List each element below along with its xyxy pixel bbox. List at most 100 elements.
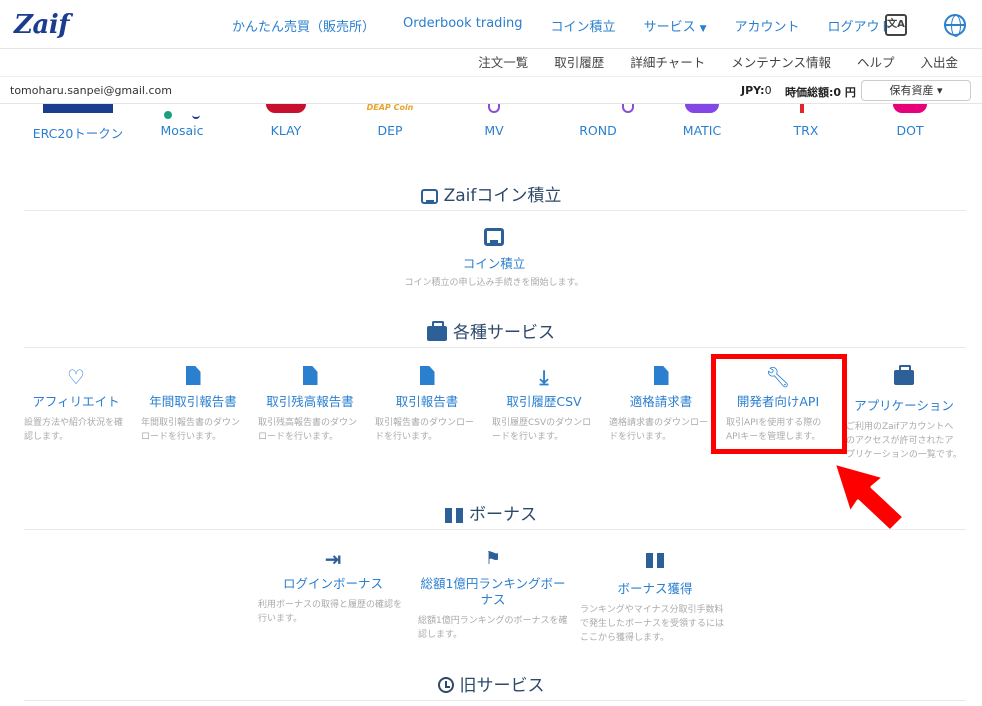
section-title-services: 各種サービス (0, 318, 982, 346)
matic-logo (685, 104, 719, 113)
coin-label: Mosaic (160, 123, 204, 138)
subnav-detail-chart[interactable]: 詳細チャート (630, 52, 705, 71)
user-email: tomoharu.sanpei@gmail.com (10, 84, 172, 97)
section-title-bonus: ボーナス (0, 500, 982, 528)
service-invoice: 適格請求書 適格請求書のダウンロードを行います。 (609, 366, 713, 444)
nav-services-label: サービス (643, 20, 696, 35)
coin-label: DEP (377, 123, 403, 138)
coin-dot[interactable]: DOT (860, 104, 960, 138)
nav-logout[interactable]: ログアウト (828, 16, 893, 35)
briefcase-icon (846, 365, 962, 392)
coin-trx[interactable]: TRX (756, 104, 856, 138)
coin-label: ERC20トークン (32, 126, 124, 141)
nav-account[interactable]: アカウント (735, 16, 800, 35)
subnav-trade-history[interactable]: 取引履歴 (554, 52, 604, 71)
section-divider (24, 210, 966, 211)
service-desc: 取引履歴CSVのダウンロードを行います。 (492, 418, 592, 442)
clock-icon (437, 677, 454, 693)
service-link[interactable]: アフィリエイト (24, 394, 128, 410)
chevron-down-icon: ▼ (699, 24, 707, 34)
nav-services-dropdown[interactable]: サービス ▼ (644, 16, 707, 35)
coin-label: DOT (896, 123, 924, 138)
bonus-login: ⇥ ログインボーナス 利用ボーナスの取得と履歴の確認を行います。 (258, 548, 408, 626)
subnav-orders[interactable]: 注文一覧 (478, 52, 528, 71)
zaif-logo[interactable]: Zaif (14, 10, 69, 40)
coin-label: KLAY (270, 123, 302, 138)
service-link[interactable]: アプリケーション (846, 398, 962, 414)
bonus-desc: 利用ボーナスの取得と履歴の確認を行います。 (258, 600, 403, 624)
section-title-old-services: 旧サービス (0, 671, 982, 696)
bonus-ranking: ⚑ 総額1億円ランキングボーナス 総額1億円ランキングのボーナスを確認します。 (418, 548, 568, 642)
tsumitate-item: コイン積立 コイン積立の申し込み手続きを開始します。 (384, 228, 604, 290)
service-link[interactable]: 取引残高報告書 (258, 394, 362, 410)
download-icon: ⤓ (539, 365, 549, 389)
inbox-icon (420, 189, 438, 209)
gift-icon (445, 504, 463, 528)
coin-dep[interactable]: DEAP Coin DEP (340, 104, 440, 138)
coin-klay[interactable]: KLAY (236, 104, 336, 138)
subnav-maintenance[interactable]: メンテナンス情報 (731, 52, 831, 71)
old-services-title-text: 旧サービス (459, 676, 545, 696)
coin-rond[interactable]: ROND (548, 104, 648, 138)
highlight-box (711, 354, 847, 454)
inbox-icon (384, 228, 604, 250)
service-link[interactable]: 年間取引報告書 (141, 394, 245, 410)
mosaic-logo (162, 104, 202, 119)
total-value: 時価総額:0 円 (785, 84, 856, 100)
service-desc: 適格請求書のダウンロードを行います。 (609, 418, 709, 442)
trx-logo (800, 104, 804, 113)
erc20-logo (43, 104, 113, 113)
service-desc: 取引報告書のダウンロードを行います。 (375, 418, 475, 442)
service-annual-report: 年間取引報告書 年間取引報告書のダウンロードを行います。 (141, 366, 245, 444)
nav-coin-tsumitate[interactable]: コイン積立 (551, 16, 616, 35)
service-link[interactable]: 適格請求書 (609, 394, 713, 410)
coin-mosaic[interactable]: Mosaic (132, 104, 232, 138)
coin-mv[interactable]: MV (444, 104, 544, 138)
jpy-balance: JPY:0 (741, 84, 772, 97)
bonus-link[interactable]: ログインボーナス (258, 576, 408, 592)
total-label: 時価総額: (785, 86, 834, 99)
service-link[interactable]: 取引報告書 (375, 394, 479, 410)
service-affiliate: ♡ アフィリエイト 設置方法や紹介状況を確認します。 (24, 366, 128, 444)
service-history-csv: ⤓ 取引履歴CSV 取引履歴CSVのダウンロードを行います。 (492, 366, 596, 444)
translate-icon[interactable]: 文A (885, 14, 907, 36)
briefcase-icon (427, 321, 447, 346)
service-link[interactable]: 取引履歴CSV (492, 394, 596, 410)
user-bar: tomoharu.sanpei@gmail.com JPY:0 時価総額:0 円… (0, 76, 982, 104)
rond-logo (622, 104, 634, 113)
bonus-link[interactable]: ボーナス獲得 (580, 581, 730, 597)
bonus-title-text: ボーナス (469, 505, 537, 525)
section-divider (24, 529, 966, 530)
globe-icon[interactable] (944, 14, 966, 37)
file-icon (141, 366, 245, 388)
nav-easy-trade[interactable]: かんたん売買（販売所） (232, 16, 375, 35)
klay-logo (266, 104, 306, 113)
section-title-tsumitate: Zaifコイン積立 (0, 181, 982, 209)
dot-logo (893, 104, 927, 113)
dep-logo: DEAP Coin (366, 104, 414, 112)
heart-icon: ♡ (67, 365, 85, 389)
assets-dropdown-button[interactable]: 保有資産 ▾ (861, 80, 971, 101)
coin-label: TRX (793, 123, 819, 138)
tsumitate-link[interactable]: コイン積立 (384, 256, 604, 272)
bonus-link[interactable]: 総額1億円ランキングボーナス (418, 576, 568, 608)
nav-orderbook-trading[interactable]: Orderbook trading (403, 16, 523, 35)
login-icon: ⇥ (324, 547, 342, 571)
file-icon (258, 366, 362, 388)
coin-erc20[interactable]: ERC20トークン (28, 104, 128, 142)
coin-label: ROND (579, 123, 617, 138)
main-nav: かんたん売買（販売所） Orderbook trading コイン積立 サービス… (232, 16, 921, 35)
section-divider (24, 700, 966, 701)
coin-label: MATIC (682, 123, 722, 138)
section-divider (24, 347, 966, 348)
navbar-divider (0, 48, 982, 49)
coin-label: MV (484, 123, 504, 138)
bonus-desc: 総額1億円ランキングのボーナスを確認します。 (418, 616, 568, 640)
gift-icon (580, 549, 730, 575)
service-desc: 年間取引報告書のダウンロードを行います。 (141, 418, 241, 442)
subnav-help[interactable]: ヘルプ (857, 52, 895, 71)
subnav-deposit-withdraw[interactable]: 入出金 (920, 52, 958, 71)
file-icon (609, 366, 713, 388)
coin-matic[interactable]: MATIC (652, 104, 752, 138)
top-navbar: Zaif かんたん売買（販売所） Orderbook trading コイン積立… (0, 0, 982, 48)
